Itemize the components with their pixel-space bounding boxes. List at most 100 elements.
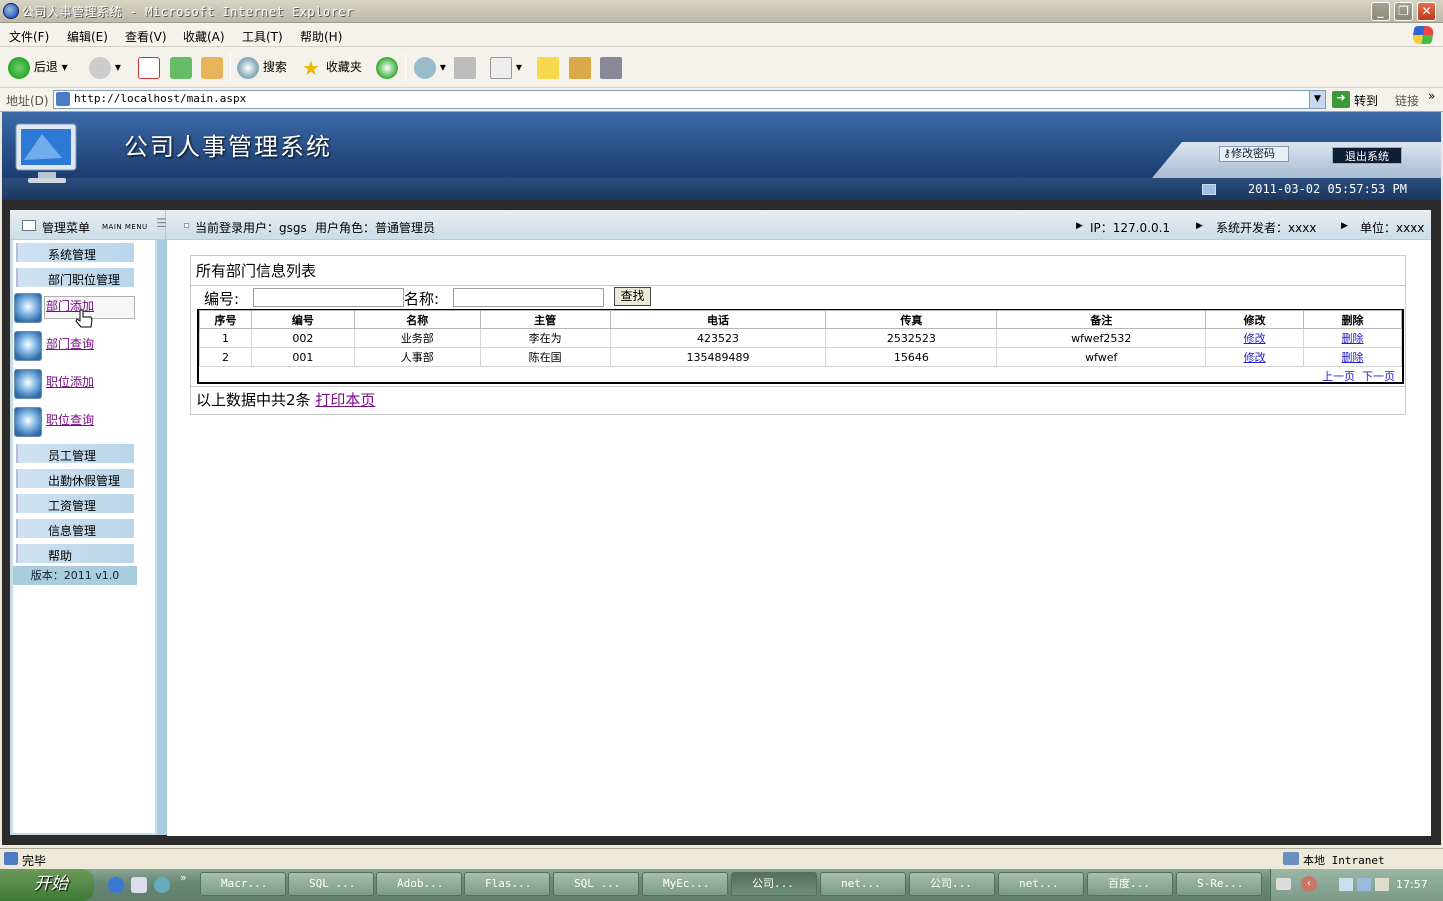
next-page-link[interactable]: 下一页 bbox=[1362, 370, 1395, 383]
header-strip bbox=[2, 178, 1441, 200]
edit-button[interactable]: ▾ bbox=[490, 55, 522, 79]
task-company-word[interactable]: 公司... bbox=[909, 872, 995, 896]
task-baidu[interactable]: 百度... bbox=[1087, 872, 1173, 896]
network-icon[interactable] bbox=[1339, 878, 1353, 891]
address-input[interactable]: http://localhost/main.aspx ▼ bbox=[53, 90, 1326, 109]
mail-button[interactable]: ▾ bbox=[414, 55, 446, 79]
desktop-quicklaunch-icon[interactable] bbox=[131, 877, 147, 893]
dept-query-link[interactable]: 部门查询 bbox=[46, 335, 94, 352]
print-button[interactable] bbox=[454, 55, 476, 79]
search-button[interactable]: 搜索 bbox=[237, 55, 287, 79]
sidebar-item-help[interactable]: 帮助 bbox=[16, 544, 134, 563]
cell: 002 bbox=[250, 328, 355, 348]
prev-page-link[interactable]: 上一页 bbox=[1322, 370, 1355, 383]
task-flash[interactable]: Flas... bbox=[464, 872, 550, 896]
task-s-re[interactable]: S-Re... bbox=[1176, 872, 1262, 896]
col-header: 序号 bbox=[199, 310, 252, 329]
sidebar-item-employee[interactable]: 员工管理 bbox=[16, 444, 134, 463]
home-button[interactable] bbox=[201, 55, 223, 79]
task-sql-1[interactable]: SQL ... bbox=[288, 872, 374, 896]
change-password-label: 修改密码 bbox=[1231, 147, 1276, 160]
arrow-icon: ▶ bbox=[1196, 221, 1203, 231]
menu-help[interactable]: 帮助(H) bbox=[300, 28, 342, 45]
sidebar-subitem-position-query[interactable]: 职位查询 bbox=[13, 407, 137, 441]
restore-button[interactable]: ❐ bbox=[1394, 2, 1413, 21]
stop-button[interactable] bbox=[138, 55, 160, 79]
forward-button[interactable]: ▾ bbox=[89, 55, 121, 79]
word-icon bbox=[490, 56, 512, 79]
key-icon: ⚷ bbox=[1223, 147, 1232, 160]
film-icon bbox=[600, 56, 622, 79]
find-button[interactable]: 查找 bbox=[614, 287, 651, 306]
print-icon bbox=[454, 56, 476, 79]
chevron-icon[interactable]: » bbox=[1428, 89, 1435, 103]
volume-icon[interactable] bbox=[1357, 878, 1371, 891]
position-add-link[interactable]: 职位添加 bbox=[46, 373, 94, 390]
go-arrow-icon[interactable]: ➜ bbox=[1332, 91, 1350, 108]
links-button[interactable]: 链接 bbox=[1395, 92, 1419, 109]
messenger-button[interactable] bbox=[600, 55, 622, 79]
stop-icon bbox=[138, 56, 160, 79]
sidebar-item-salary[interactable]: 工资管理 bbox=[16, 494, 134, 513]
edit-link[interactable]: 修改 bbox=[1244, 351, 1266, 364]
minimize-button[interactable]: _ bbox=[1371, 2, 1390, 21]
start-button[interactable]: 开始 bbox=[0, 869, 94, 901]
menu-file[interactable]: 文件(F) bbox=[9, 28, 49, 45]
code-input[interactable] bbox=[253, 288, 404, 307]
menu-view[interactable]: 查看(V) bbox=[125, 28, 167, 45]
task-company-ie[interactable]: 公司... bbox=[731, 872, 817, 896]
sidebar-item-info[interactable]: 信息管理 bbox=[16, 519, 134, 538]
task-sql-2[interactable]: SQL ... bbox=[553, 872, 639, 896]
sidebar-item-system[interactable]: 系统管理 bbox=[16, 243, 134, 262]
edit-link[interactable]: 修改 bbox=[1244, 332, 1266, 345]
cell: 修改 bbox=[1205, 328, 1305, 348]
sidebar-item-dept-position[interactable]: 部门职位管理 bbox=[16, 268, 134, 287]
task-net-1[interactable]: net... bbox=[820, 872, 906, 896]
position-query-link[interactable]: 职位查询 bbox=[46, 411, 94, 428]
menu-favorites[interactable]: 收藏(A) bbox=[183, 28, 225, 45]
summary-row: 以上数据中共2条 打印本页 bbox=[196, 389, 375, 410]
favorites-button[interactable]: ★ 收藏夹 bbox=[300, 55, 362, 79]
change-password-button[interactable]: ⚷修改密码 bbox=[1219, 146, 1289, 162]
address-dropdown-icon[interactable]: ▼ bbox=[1309, 91, 1325, 108]
go-button[interactable]: 转到 bbox=[1354, 92, 1378, 109]
tray-expand-icon[interactable]: ‹ bbox=[1301, 876, 1317, 892]
research-button[interactable] bbox=[569, 55, 591, 79]
sidebar-item-label: 员工管理 bbox=[48, 449, 97, 463]
cell: wfwef2532 bbox=[996, 328, 1207, 348]
menu-tools[interactable]: 工具(T) bbox=[242, 28, 283, 45]
developer: 系统开发者：xxxx bbox=[1216, 221, 1317, 235]
menu-edit[interactable]: 编辑(E) bbox=[67, 28, 108, 45]
sidebar-subitem-dept-query[interactable]: 部门查询 bbox=[13, 331, 137, 365]
delete-link[interactable]: 删除 bbox=[1342, 332, 1364, 345]
print-link[interactable]: 打印本页 bbox=[315, 391, 375, 409]
sidebar-item-attendance[interactable]: 出勤休假管理 bbox=[16, 469, 134, 488]
sidebar-divider[interactable] bbox=[157, 210, 167, 835]
intranet-icon bbox=[1283, 852, 1299, 865]
keyboard-icon[interactable] bbox=[1276, 878, 1291, 890]
delete-link[interactable]: 删除 bbox=[1342, 351, 1364, 364]
address-bar: 地址(D) http://localhost/main.aspx ▼ ➜ 转到 … bbox=[0, 88, 1443, 112]
history-icon bbox=[376, 56, 398, 79]
cell: 李在为 bbox=[479, 328, 611, 348]
dept-table: 序号 编号 名称 主管 电话 传真 备注 修改 删除 1 002 业务部 李在为… bbox=[199, 310, 1402, 367]
name-input[interactable] bbox=[453, 288, 604, 307]
task-net-2[interactable]: net... bbox=[998, 872, 1084, 896]
cell: 2532523 bbox=[825, 328, 998, 348]
tray-app-icon[interactable] bbox=[1375, 878, 1389, 891]
back-button[interactable]: 后退 ▾ bbox=[8, 55, 68, 79]
history-button[interactable] bbox=[376, 55, 398, 79]
gear-icon bbox=[14, 293, 42, 323]
sidebar-title: 管理菜单 bbox=[42, 221, 91, 235]
ie-quicklaunch-icon[interactable] bbox=[108, 877, 124, 893]
task-macr[interactable]: Macr... bbox=[200, 872, 286, 896]
chevron-icon[interactable]: » bbox=[180, 871, 187, 884]
refresh-button[interactable] bbox=[170, 55, 192, 79]
exit-button[interactable]: 退出系统 bbox=[1332, 147, 1402, 164]
discuss-button[interactable] bbox=[537, 55, 559, 79]
sidebar-subitem-position-add[interactable]: 职位添加 bbox=[13, 369, 137, 403]
messenger-quicklaunch-icon[interactable] bbox=[154, 877, 170, 893]
task-myeclipse[interactable]: MyEc... bbox=[642, 872, 728, 896]
task-adobe[interactable]: Adob... bbox=[376, 872, 462, 896]
close-button[interactable]: ✕ bbox=[1417, 2, 1436, 21]
